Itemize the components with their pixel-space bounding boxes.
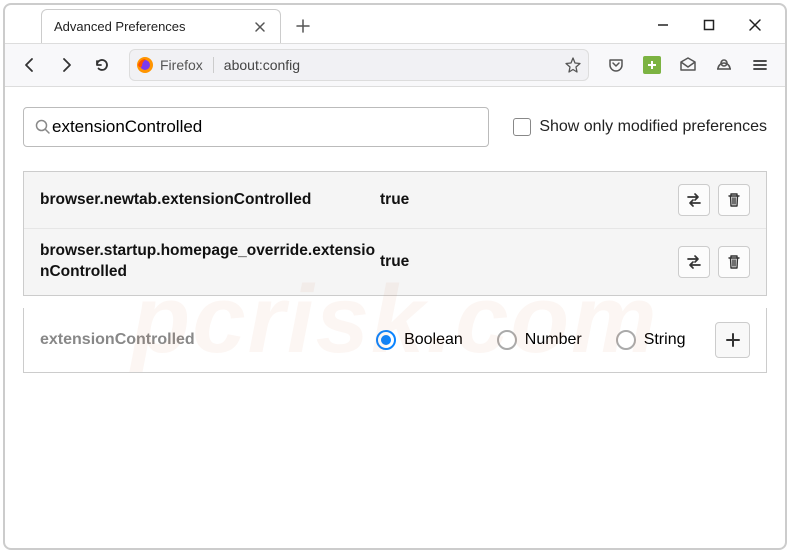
titlebar: Advanced Preferences xyxy=(5,5,785,43)
radio-icon xyxy=(616,330,636,350)
inbox-icon[interactable] xyxy=(673,50,703,80)
radio-string[interactable]: String xyxy=(616,330,686,350)
identity-label: Firefox xyxy=(160,57,214,73)
nav-toolbar: Firefox about:config xyxy=(5,43,785,87)
url-bar[interactable]: Firefox about:config xyxy=(129,49,589,81)
browser-tab[interactable]: Advanced Preferences xyxy=(41,9,281,43)
bookmark-star-icon[interactable] xyxy=(564,56,582,74)
extension-icon[interactable] xyxy=(637,50,667,80)
radio-label: String xyxy=(644,331,686,349)
new-preference-name: extensionControlled xyxy=(40,331,346,349)
maximize-button[interactable] xyxy=(697,13,721,37)
nav-back-button[interactable] xyxy=(15,50,45,80)
radio-icon xyxy=(497,330,517,350)
close-window-button[interactable] xyxy=(743,13,767,37)
delete-button[interactable] xyxy=(718,184,750,216)
preference-value: true xyxy=(380,191,678,209)
type-radio-group: Boolean Number String xyxy=(376,330,685,350)
new-preference-row: extensionControlled Boolean Number Strin… xyxy=(23,308,767,373)
new-tab-button[interactable] xyxy=(289,12,317,40)
preference-name: browser.startup.homepage_override.extens… xyxy=(40,241,380,283)
preference-row[interactable]: browser.startup.homepage_override.extens… xyxy=(24,229,766,295)
filter-checkbox[interactable]: Show only modified preferences xyxy=(513,118,767,136)
tab-title: Advanced Preferences xyxy=(54,19,252,34)
preference-value: true xyxy=(380,253,678,271)
nav-forward-button[interactable] xyxy=(51,50,81,80)
browser-window: Advanced Preferences xyxy=(3,3,787,550)
radio-boolean[interactable]: Boolean xyxy=(376,330,463,350)
firefox-icon xyxy=(136,56,154,74)
search-icon xyxy=(34,118,52,136)
content-area: Show only modified preferences browser.n… xyxy=(5,87,785,393)
radio-label: Boolean xyxy=(404,331,463,349)
account-icon[interactable] xyxy=(709,50,739,80)
pocket-icon[interactable] xyxy=(601,50,631,80)
radio-icon xyxy=(376,330,396,350)
menu-button[interactable] xyxy=(745,50,775,80)
delete-button[interactable] xyxy=(718,246,750,278)
radio-label: Number xyxy=(525,331,582,349)
radio-number[interactable]: Number xyxy=(497,330,582,350)
minimize-button[interactable] xyxy=(651,13,675,37)
add-preference-button[interactable] xyxy=(715,322,750,358)
close-tab-icon[interactable] xyxy=(252,19,268,35)
search-row: Show only modified preferences xyxy=(23,107,767,147)
url-text: about:config xyxy=(224,57,564,73)
preference-list: browser.newtab.extensionControlled true … xyxy=(23,171,767,296)
preference-row[interactable]: browser.newtab.extensionControlled true xyxy=(24,172,766,229)
filter-checkbox-label: Show only modified preferences xyxy=(539,118,767,136)
preference-search-input[interactable] xyxy=(52,117,478,137)
window-controls xyxy=(651,13,767,37)
nav-reload-button[interactable] xyxy=(87,50,117,80)
preference-search-box[interactable] xyxy=(23,107,489,147)
toggle-button[interactable] xyxy=(678,184,710,216)
toggle-button[interactable] xyxy=(678,246,710,278)
preference-name: browser.newtab.extensionControlled xyxy=(40,190,380,211)
checkbox-icon xyxy=(513,118,531,136)
